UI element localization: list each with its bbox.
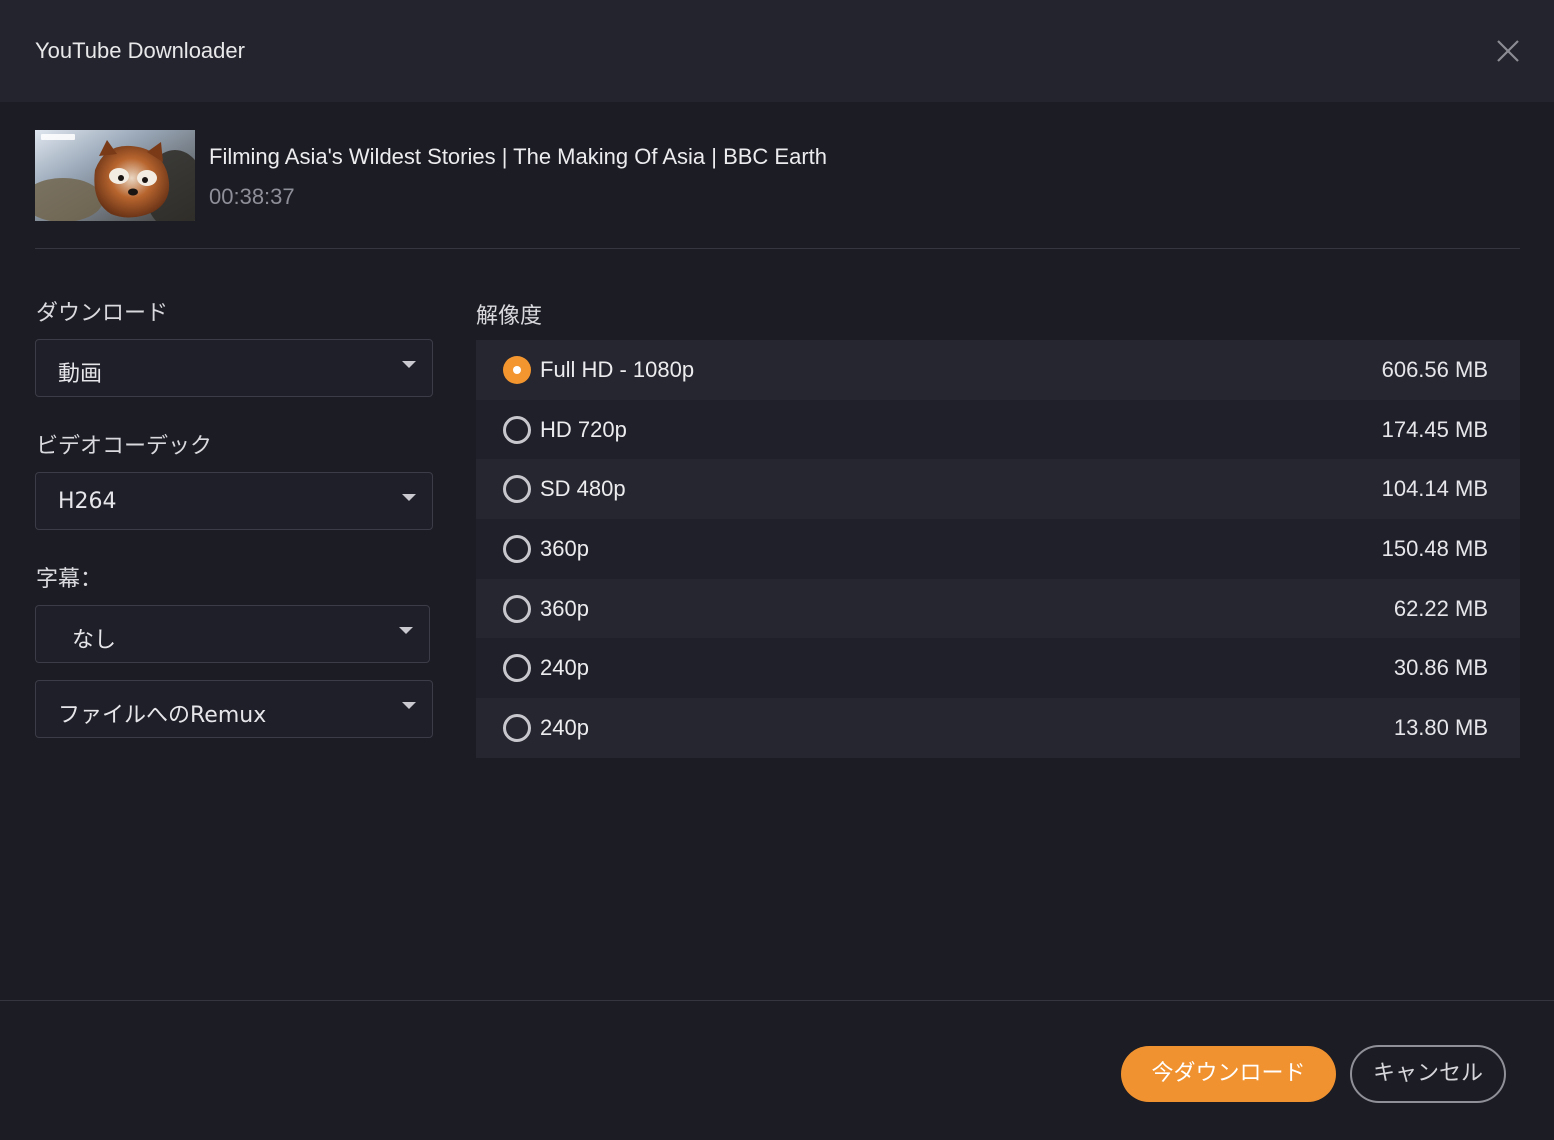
resolution-option[interactable]: 360p 62.22 MB [476,578,1520,639]
radio-button-icon[interactable] [503,714,531,743]
divider [35,248,1520,249]
resolution-size: 104.14 MB [1381,476,1488,502]
resolution-option[interactable]: SD 480p 104.14 MB [476,459,1520,520]
chevron-down-icon [399,627,413,634]
subtitle-select[interactable]: なし [35,605,430,663]
resolution-size: 150.48 MB [1381,536,1488,562]
resolution-option[interactable]: 360p 150.48 MB [476,519,1520,579]
download-type-value: 動画 [58,362,103,387]
remux-value: ファイルへのRemux [58,703,267,728]
codec-value: H264 [58,489,117,514]
codec-label: ビデオコーデック [36,434,213,459]
resolution-option[interactable]: 240p 13.80 MB [476,698,1520,758]
resolution-name: 360p [540,536,589,562]
resolution-list: Full HD - 1080p 606.56 MB HD 720p 174.45… [476,340,1520,758]
download-type-select[interactable]: 動画 [35,339,433,397]
radio-button-icon[interactable] [503,654,531,683]
resolution-option[interactable]: 240p 30.86 MB [476,638,1520,699]
divider [0,1000,1554,1001]
chevron-down-icon [402,494,416,501]
radio-button-icon[interactable] [503,594,531,623]
resolution-option[interactable]: Full HD - 1080p 606.56 MB [476,340,1520,400]
remux-select[interactable]: ファイルへのRemux [35,680,433,738]
resolution-name: 240p [540,715,589,741]
radio-button-icon[interactable] [503,535,531,564]
resolution-name: 240p [540,655,589,681]
video-duration: 00:38:37 [209,184,295,209]
close-icon [1497,40,1519,62]
radio-button-icon[interactable] [503,475,531,504]
video-info: Filming Asia's Wildest Stories | The Mak… [35,130,1520,222]
chevron-down-icon [402,702,416,709]
video-title: Filming Asia's Wildest Stories | The Mak… [209,144,827,169]
cancel-button[interactable]: キャンセル [1350,1045,1506,1103]
resolution-size: 30.86 MB [1393,655,1488,681]
resolution-label: 解像度 [476,304,543,329]
resolution-name: 360p [540,595,589,621]
resolution-name: Full HD - 1080p [540,357,695,382]
window-title: YouTube Downloader [35,38,245,63]
resolution-size: 174.45 MB [1381,416,1488,442]
title-bar: YouTube Downloader [0,0,1554,102]
resolution-option[interactable]: HD 720p 174.45 MB [476,399,1520,460]
download-now-button[interactable]: 今ダウンロード [1121,1046,1336,1102]
codec-select[interactable]: H264 [35,472,433,530]
subtitle-value: なし [72,628,117,653]
chevron-down-icon [402,361,416,368]
resolution-name: HD 720p [540,416,627,442]
subtitle-label: 字幕： [36,567,103,592]
resolution-size: 62.22 MB [1393,595,1488,621]
download-type-label: ダウンロード [36,301,169,326]
resolution-name: SD 480p [540,476,626,502]
close-button[interactable] [1491,34,1525,68]
radio-button-icon[interactable] [503,415,531,444]
resolution-size: 606.56 MB [1381,357,1488,382]
radio-button-icon[interactable] [503,356,531,384]
video-thumbnail [35,130,195,221]
resolution-size: 13.80 MB [1393,715,1488,741]
